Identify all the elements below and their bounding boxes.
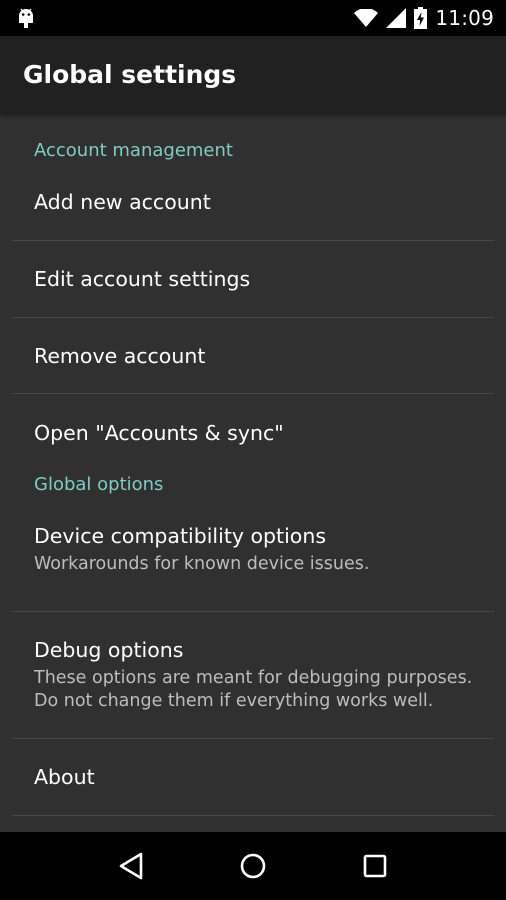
home-icon xyxy=(240,853,266,879)
item-title: About xyxy=(34,765,95,789)
signal-icon xyxy=(386,8,407,28)
back-button[interactable] xyxy=(101,836,161,896)
item-title: Remove account xyxy=(34,343,206,368)
recents-button[interactable] xyxy=(345,836,405,896)
category-global-options: Global options xyxy=(34,474,164,495)
category-account-management: Account management xyxy=(34,140,233,161)
item-title: Device compatibility options xyxy=(34,524,327,548)
navigation-bar xyxy=(0,832,506,900)
recents-icon xyxy=(363,854,387,878)
battery-charging-icon xyxy=(414,7,428,29)
remove-account-item[interactable]: Remove account xyxy=(0,318,506,393)
screen: 11:09 Global settings Account management… xyxy=(0,0,506,900)
app-bar: Global settings xyxy=(0,36,506,113)
home-button[interactable] xyxy=(223,836,283,896)
page-title: Global settings xyxy=(23,60,237,89)
item-summary: Workarounds for known device issues. xyxy=(34,554,370,574)
about-item[interactable]: About xyxy=(0,739,506,815)
item-title: Edit account settings xyxy=(34,267,251,291)
open-accounts-sync-item[interactable]: Open "Accounts & sync" xyxy=(0,394,506,471)
device-compatibility-options-item[interactable]: Device compatibility options Workarounds… xyxy=(0,497,506,611)
android-debug-icon xyxy=(16,7,36,29)
divider xyxy=(12,815,494,816)
item-title: Open "Accounts & sync" xyxy=(34,420,284,445)
edit-account-settings-item[interactable]: Edit account settings xyxy=(0,241,506,317)
back-icon xyxy=(119,852,143,880)
settings-list[interactable]: Account management Add new account Edit … xyxy=(0,113,506,832)
status-bar: 11:09 xyxy=(0,0,506,36)
item-title: Debug options xyxy=(34,637,184,662)
debug-options-item[interactable]: Debug options These options are meant fo… xyxy=(0,612,506,738)
item-summary: These options are meant for debugging pu… xyxy=(34,667,473,711)
item-title: Add new account xyxy=(34,189,211,214)
add-new-account-item[interactable]: Add new account xyxy=(0,163,506,240)
status-time: 11:09 xyxy=(435,6,494,30)
wifi-icon xyxy=(354,9,379,27)
